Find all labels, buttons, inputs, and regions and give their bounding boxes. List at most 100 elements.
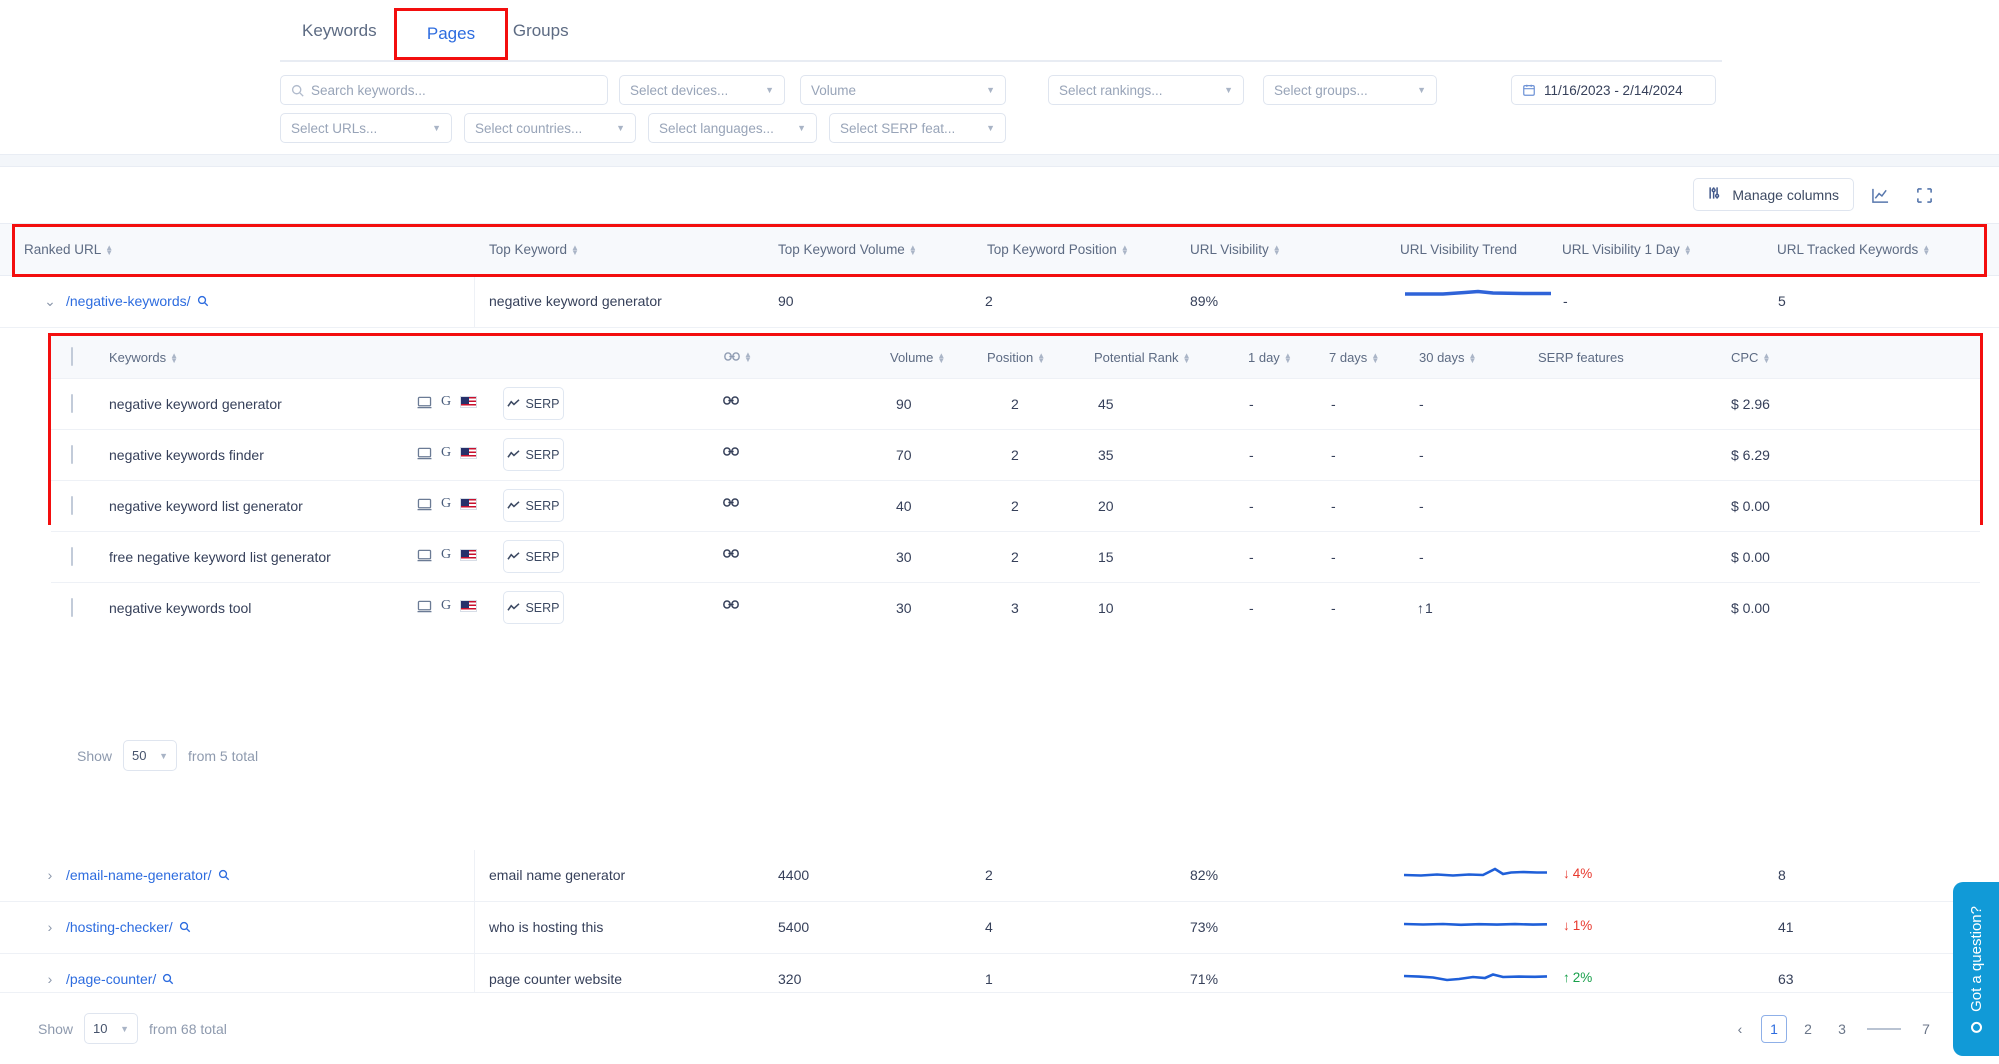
- serp-button[interactable]: SERP: [503, 591, 564, 624]
- col-7-days[interactable]: 7 days ▲ ▼: [1329, 350, 1379, 365]
- cell-position: 2: [1011, 396, 1019, 412]
- table-row[interactable]: › /hosting-checker/ who is hosting this …: [0, 902, 1999, 954]
- chevron-down-icon: ▼: [159, 750, 169, 761]
- link-cell-icon[interactable]: [723, 598, 739, 614]
- columns-icon: [1708, 186, 1723, 203]
- col-cpc[interactable]: CPC ▲ ▼: [1731, 350, 1770, 365]
- row-checkbox-wrap[interactable]: [71, 598, 73, 617]
- device-icons: G: [417, 598, 478, 614]
- manage-columns-button[interactable]: Manage columns: [1693, 178, 1854, 211]
- chevron-down-icon: ▼: [120, 1023, 130, 1034]
- col-top-keyword-position[interactable]: Top Keyword Position ▲ ▼: [987, 242, 1129, 257]
- volume-select[interactable]: Volume ▼: [800, 75, 1006, 105]
- cell-7-days: -: [1331, 600, 1336, 616]
- tab-keywords[interactable]: Keywords: [280, 0, 399, 62]
- urls-select[interactable]: Select URLs... ▼: [280, 113, 452, 143]
- column-separator: [474, 276, 475, 327]
- col-link[interactable]: ▲ ▼: [724, 350, 752, 363]
- col-potential-rank[interactable]: Potential Rank ▲ ▼: [1094, 350, 1190, 365]
- link-cell-icon[interactable]: [723, 547, 739, 563]
- cell-7-days: -: [1331, 447, 1336, 463]
- row-checkbox[interactable]: [71, 394, 73, 413]
- cell-url-visibility-1day: -: [1563, 293, 1568, 309]
- serp-features-select[interactable]: Select SERP feat... ▼: [829, 113, 1006, 143]
- col-position[interactable]: Position ▲ ▼: [987, 350, 1045, 365]
- cell-keyword: negative keyword generator: [109, 396, 282, 412]
- row-checkbox[interactable]: [71, 445, 73, 464]
- col-30-days[interactable]: 30 days ▲ ▼: [1419, 350, 1476, 365]
- expand-toggle-icon[interactable]: ⌄: [42, 293, 58, 310]
- keyword-row[interactable]: negative keywords finder G SERP 70 2 35 …: [51, 430, 1980, 481]
- chat-widget-button[interactable]: Got a question?: [1953, 882, 1999, 1056]
- row-checkbox[interactable]: [71, 496, 73, 515]
- row-checkbox[interactable]: [71, 547, 73, 566]
- keyword-row[interactable]: negative keyword list generator G SERP 4…: [51, 481, 1980, 532]
- chevron-down-icon: ▼: [986, 85, 995, 95]
- collapse-icon[interactable]: [1911, 183, 1937, 207]
- keyword-row[interactable]: free negative keyword list generator G S…: [51, 532, 1980, 583]
- serp-button[interactable]: SERP: [503, 489, 564, 522]
- select-all-checkbox-wrap[interactable]: [71, 347, 73, 366]
- link-cell-icon[interactable]: [723, 496, 739, 512]
- page-button-1[interactable]: 1: [1761, 1015, 1787, 1043]
- col-volume[interactable]: Volume ▲ ▼: [890, 350, 945, 365]
- col-url-tracked-keywords[interactable]: URL Tracked Keywords ▲ ▼: [1777, 242, 1930, 257]
- ranked-url-link[interactable]: /page-counter/: [66, 971, 174, 987]
- ranked-url-link[interactable]: /hosting-checker/: [66, 919, 191, 935]
- col-url-visibility-1day[interactable]: URL Visibility 1 Day ▲ ▼: [1562, 242, 1692, 257]
- row-checkbox-wrap[interactable]: [71, 496, 73, 515]
- arrow-up-icon: ↑: [1417, 600, 1424, 616]
- link-cell-icon[interactable]: [723, 394, 739, 410]
- tab-pages[interactable]: Pages: [394, 8, 508, 60]
- groups-select[interactable]: Select groups... ▼: [1263, 75, 1437, 105]
- footer-page-size-select[interactable]: 10 ▼: [84, 1013, 139, 1044]
- page-button-last[interactable]: 7: [1913, 1015, 1939, 1043]
- desktop-icon: [417, 549, 432, 561]
- row-checkbox-wrap[interactable]: [71, 445, 73, 464]
- page-button-3[interactable]: 3: [1829, 1015, 1855, 1043]
- serp-button[interactable]: SERP: [503, 387, 564, 420]
- row-checkbox[interactable]: [71, 598, 73, 617]
- page-button-2[interactable]: 2: [1795, 1015, 1821, 1043]
- cell-volume: 40: [896, 498, 912, 514]
- cell-7-days: -: [1331, 396, 1336, 412]
- col-top-keyword[interactable]: Top Keyword ▲ ▼: [489, 242, 579, 257]
- col-url-visibility[interactable]: URL Visibility ▲ ▼: [1190, 242, 1281, 257]
- col-ranked-url[interactable]: Ranked URL ▲ ▼: [24, 242, 113, 257]
- table-row[interactable]: ⌄ /negative-keywords/ negative keyword g…: [0, 276, 1999, 328]
- serp-button[interactable]: SERP: [503, 438, 564, 471]
- select-all-checkbox[interactable]: [71, 347, 73, 366]
- expand-toggle-icon[interactable]: ›: [42, 971, 58, 987]
- expand-toggle-icon[interactable]: ›: [42, 919, 58, 935]
- nested-page-size-select[interactable]: 50 ▼: [123, 740, 178, 771]
- keyword-row[interactable]: negative keyword generator G SERP 90 2 4…: [51, 379, 1980, 430]
- cell-url-tracked-keywords: 41: [1778, 919, 1794, 935]
- serp-features-select-label: Select SERP feat...: [840, 120, 956, 136]
- cell-7-days: -: [1331, 549, 1336, 565]
- expand-toggle-icon[interactable]: ›: [42, 867, 58, 883]
- chart-toggle-icon[interactable]: [1867, 183, 1893, 207]
- row-checkbox-wrap[interactable]: [71, 394, 73, 413]
- devices-select[interactable]: Select devices... ▼: [619, 75, 785, 105]
- keyword-row[interactable]: negative keywords tool G SERP 30 3 10 - …: [51, 583, 1980, 634]
- filter-bar: Search keywords... Select devices... ▼ V…: [0, 62, 1999, 154]
- cell-url-tracked-keywords: 63: [1778, 971, 1794, 987]
- row-checkbox-wrap[interactable]: [71, 547, 73, 566]
- date-range-picker[interactable]: 11/16/2023 - 2/14/2024: [1511, 75, 1716, 105]
- ranked-url-link[interactable]: /negative-keywords/: [66, 293, 209, 309]
- serp-button-label: SERP: [525, 447, 560, 462]
- col-keywords[interactable]: Keywords ▲ ▼: [109, 350, 178, 365]
- link-cell-icon[interactable]: [723, 445, 739, 461]
- table-row[interactable]: › /email-name-generator/ email name gene…: [0, 850, 1999, 902]
- prev-page-button[interactable]: ‹: [1727, 1015, 1753, 1043]
- search-input[interactable]: Search keywords...: [280, 75, 608, 105]
- col-top-keyword-volume[interactable]: Top Keyword Volume ▲ ▼: [778, 242, 917, 257]
- trend-icon: [507, 552, 520, 560]
- rankings-select[interactable]: Select rankings... ▼: [1048, 75, 1244, 105]
- languages-select[interactable]: Select languages... ▼: [648, 113, 817, 143]
- col-1-day[interactable]: 1 day ▲ ▼: [1248, 350, 1292, 365]
- ranked-url-link[interactable]: /email-name-generator/: [66, 867, 230, 883]
- serp-button-label: SERP: [525, 600, 560, 615]
- serp-button[interactable]: SERP: [503, 540, 564, 573]
- countries-select[interactable]: Select countries... ▼: [464, 113, 636, 143]
